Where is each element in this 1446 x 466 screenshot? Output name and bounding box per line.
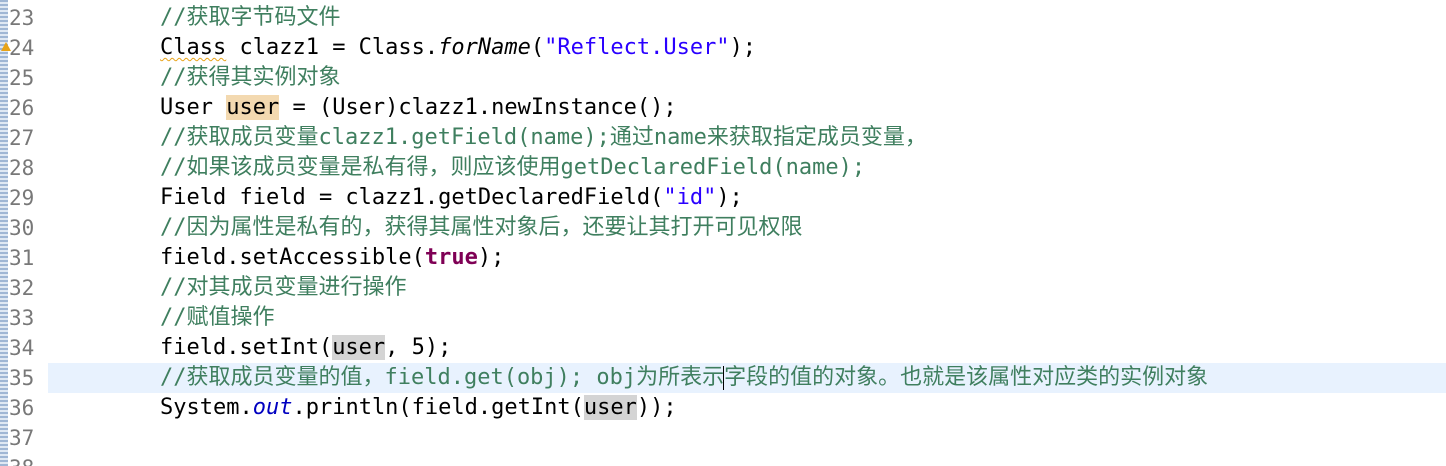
code-segment: ); xyxy=(716,185,743,210)
code-text[interactable]: //获取成员变量的值，field.get(obj); obj为所表示字段的值的对… xyxy=(48,363,1446,393)
code-text[interactable]: Field field = clazz1.getDeclaredField("i… xyxy=(48,183,1446,213)
string-literal: "id" xyxy=(663,185,717,210)
line-number: 30 xyxy=(9,216,35,240)
code-segment: ( xyxy=(530,35,545,60)
variable-occurrence: user xyxy=(583,395,637,420)
line-number: 29 xyxy=(9,186,35,210)
code-editor[interactable]: 23 //获取字节码文件 24 Class clazz1 = Class.for… xyxy=(0,0,1446,466)
code-segment: .println(field.getInt( xyxy=(292,395,584,420)
code-line[interactable]: 38 xyxy=(0,453,1446,466)
line-number: 31 xyxy=(9,246,35,270)
code-text[interactable]: //对其成员变量进行操作 xyxy=(48,273,1446,303)
code-text[interactable]: //如果该成员变量是私有得，则应该使用getDeclaredField(name… xyxy=(48,153,1446,183)
code-line[interactable]: 29 Field field = clazz1.getDeclaredField… xyxy=(0,183,1446,213)
code-segment: User xyxy=(160,95,227,120)
line-number: 33 xyxy=(9,306,35,330)
code-line[interactable]: 36 System.out.println(field.getInt(user)… xyxy=(0,393,1446,423)
code-line[interactable]: 31 field.setAccessible(true); xyxy=(0,243,1446,273)
code-text[interactable]: System.out.println(field.getInt(user)); xyxy=(48,393,1446,423)
comment: //获取成员变量的值，field.get(obj); obj为所表示 xyxy=(160,365,725,390)
code-line[interactable]: 32 //对其成员变量进行操作 xyxy=(0,273,1446,303)
line-number: 27 xyxy=(9,126,35,150)
code-text[interactable] xyxy=(48,453,1446,466)
line-number: 36 xyxy=(9,396,35,420)
line-number: 37 xyxy=(9,426,35,450)
variable-occurrence: user xyxy=(226,95,280,120)
code-segment: ); xyxy=(477,245,505,270)
code-line[interactable]: 30 //因为属性是私有的，获得其属性对象后，还要让其打开可见权限 xyxy=(0,213,1446,243)
code-line[interactable]: 33 //赋值操作 xyxy=(0,303,1446,333)
code-segment: Field field = clazz1.getDeclaredField( xyxy=(160,185,664,210)
line-number: 32 xyxy=(9,276,35,300)
comment: //获取字节码文件 xyxy=(160,5,341,30)
comment: //赋值操作 xyxy=(160,305,275,330)
code-line[interactable]: 37 xyxy=(0,423,1446,453)
comment: //获取成员变量clazz1.getField(name);通过name来获取指… xyxy=(160,125,927,150)
code-line-current[interactable]: 35 //获取成员变量的值，field.get(obj); obj为所表示字段的… xyxy=(0,363,1446,393)
comment: //因为属性是私有的，获得其属性对象后，还要让其打开可见权限 xyxy=(160,215,803,240)
line-number: 23 xyxy=(9,6,35,30)
code-line[interactable]: 25 //获得其实例对象 xyxy=(0,63,1446,93)
variable-occurrence: user xyxy=(332,335,386,360)
code-segment: ); xyxy=(729,35,757,60)
code-segment: )); xyxy=(636,395,677,420)
code-segment: field.setAccessible( xyxy=(160,245,425,270)
code-text[interactable]: //因为属性是私有的，获得其属性对象后，还要让其打开可见权限 xyxy=(48,213,1446,243)
code-segment: System. xyxy=(160,395,253,420)
code-line[interactable]: 24 Class clazz1 = Class.forName("Reflect… xyxy=(0,33,1446,63)
code-text[interactable]: //获取成员变量clazz1.getField(name);通过name来获取指… xyxy=(48,123,1446,153)
line-number: 24 xyxy=(9,36,35,60)
code-line[interactable]: 28 //如果该成员变量是私有得，则应该使用getDeclaredField(n… xyxy=(0,153,1446,183)
comment: //如果该成员变量是私有得，则应该使用getDeclaredField(name… xyxy=(160,155,866,180)
comment: //对其成员变量进行操作 xyxy=(160,275,407,300)
line-number: 34 xyxy=(9,336,35,360)
code-line[interactable]: 27 //获取成员变量clazz1.getField(name);通过name来… xyxy=(0,123,1446,153)
line-number: 38 xyxy=(9,453,49,466)
code-line[interactable]: 34 field.setInt(user, 5); xyxy=(0,333,1446,363)
comment: //获得其实例对象 xyxy=(160,65,341,90)
line-number: 25 xyxy=(9,66,35,90)
comment: 字段的值的对象。也就是该属性对应类的实例对象 xyxy=(724,365,1209,390)
line-number: 35 xyxy=(9,366,35,390)
code-text[interactable]: User user = (User)clazz1.newInstance(); xyxy=(48,93,1446,123)
line-number: 28 xyxy=(9,156,35,180)
code-text[interactable]: field.setInt(user, 5); xyxy=(48,333,1446,363)
code-text[interactable]: Class clazz1 = Class.forName("Reflect.Us… xyxy=(48,33,1446,63)
static-field: out xyxy=(252,395,293,420)
line-number: 26 xyxy=(9,96,35,120)
code-segment: field.setInt( xyxy=(160,335,333,360)
code-text[interactable]: //获得其实例对象 xyxy=(48,63,1446,93)
type-name: Class xyxy=(160,35,227,60)
code-text[interactable]: //获取字节码文件 xyxy=(48,3,1446,33)
code-segment: clazz1 = Class. xyxy=(226,35,439,60)
code-text[interactable]: //赋值操作 xyxy=(48,303,1446,333)
code-text[interactable]: field.setAccessible(true); xyxy=(48,243,1446,273)
keyword: true xyxy=(424,245,478,270)
code-text[interactable] xyxy=(48,423,1446,453)
string-literal: "Reflect.User" xyxy=(544,35,730,60)
code-line[interactable]: 26 User user = (User)clazz1.newInstance(… xyxy=(0,93,1446,123)
method-name: forName xyxy=(438,35,531,60)
code-line[interactable]: 23 //获取字节码文件 xyxy=(0,3,1446,33)
code-segment: = (User)clazz1.newInstance(); xyxy=(279,95,677,120)
code-segment: , 5); xyxy=(385,335,452,360)
